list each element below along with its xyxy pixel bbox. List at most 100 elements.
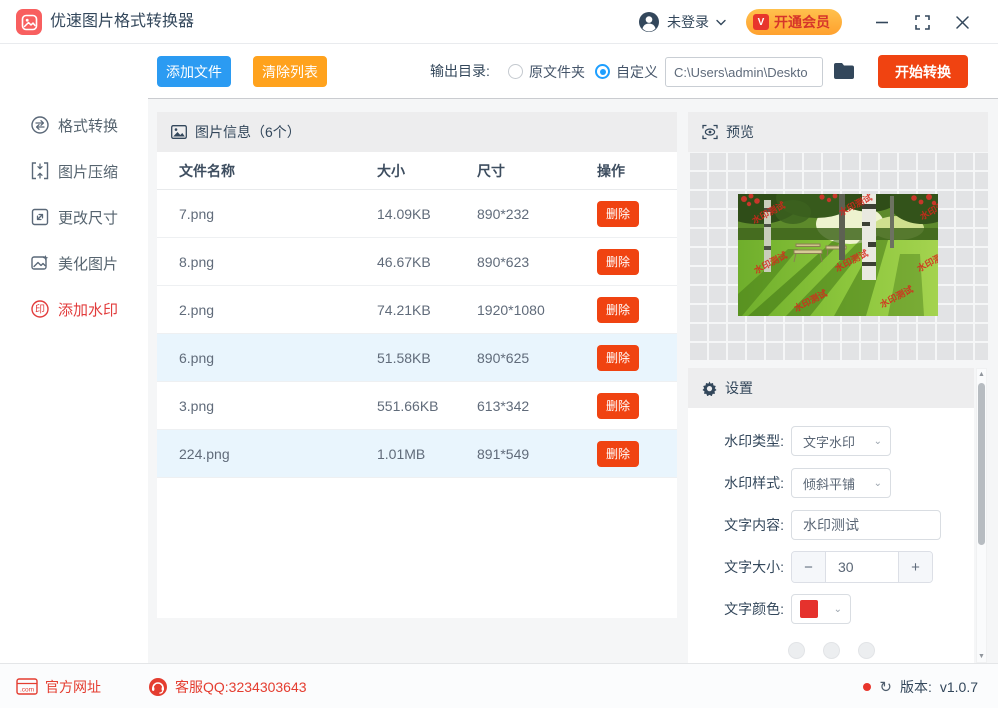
- chevron-down-icon: ⌄: [834, 604, 842, 615]
- color-preset-row: [788, 642, 875, 659]
- login-menu[interactable]: 未登录: [638, 11, 726, 33]
- preview-image[interactable]: 水印测试水印测试水印测试水印测试水印测试水印测试水印测试水印测试: [738, 194, 938, 316]
- svg-text:.com: .com: [20, 687, 34, 694]
- color-preset-dot[interactable]: [858, 642, 875, 659]
- action-cell: 删除: [597, 201, 677, 227]
- browse-folder-button[interactable]: [832, 60, 856, 84]
- file-size: 14.09KB: [377, 206, 477, 222]
- file-name: 3.png: [157, 398, 377, 414]
- add-files-button[interactable]: 添加文件: [157, 56, 231, 87]
- minimize-button[interactable]: [862, 0, 902, 44]
- watermark-style-value: 倾斜平铺: [792, 474, 874, 493]
- column-file-name: 文件名称: [157, 161, 377, 181]
- file-name: 2.png: [157, 302, 377, 318]
- clear-list-button[interactable]: 清除列表: [253, 56, 327, 87]
- check-update-icon[interactable]: ↻: [879, 678, 892, 696]
- version-value: v1.0.7: [940, 679, 978, 695]
- table-row[interactable]: 6.png51.58KB890*625删除: [157, 334, 677, 382]
- watermark-type-select[interactable]: 文字水印 ⌄: [791, 426, 891, 456]
- radio-circle-checked-icon: [595, 64, 610, 79]
- table-row[interactable]: 8.png46.67KB890*623删除: [157, 238, 677, 286]
- watermark-style-label: 水印样式:: [688, 473, 784, 493]
- watermark-style-select[interactable]: 倾斜平铺 ⌄: [791, 468, 891, 498]
- sidebar-item-watermark[interactable]: 印 添加水印: [0, 298, 148, 320]
- official-website-link[interactable]: .com 官方网址: [16, 664, 101, 708]
- text-size-value[interactable]: 30: [826, 552, 898, 582]
- file-dimensions: 891*549: [477, 446, 597, 462]
- close-button[interactable]: [942, 0, 982, 44]
- folder-icon: [833, 62, 855, 80]
- sidebar-item-image-compress[interactable]: 图片压缩: [0, 160, 148, 182]
- sidebar-item-label: 图片压缩: [58, 161, 118, 182]
- open-vip-button[interactable]: V 开通会员: [746, 9, 842, 35]
- sidebar-item-beautify[interactable]: 美化图片: [0, 252, 148, 274]
- radio-circle-icon: [508, 64, 523, 79]
- file-size: 1.01MB: [377, 446, 477, 462]
- app-title: 优速图片格式转换器: [50, 0, 194, 44]
- login-status: 未登录: [667, 12, 709, 32]
- delete-button[interactable]: 删除: [597, 345, 639, 371]
- text-color-label: 文字颜色:: [688, 599, 784, 619]
- file-table-header: 图片信息（6个）: [157, 112, 677, 152]
- radio-custom-label: 自定义: [616, 62, 658, 82]
- file-table-title: 图片信息（6个）: [195, 122, 301, 142]
- sidebar-item-resize[interactable]: 更改尺寸: [0, 206, 148, 228]
- scroll-up-icon[interactable]: ▲: [977, 371, 986, 378]
- text-color-picker[interactable]: ⌄: [791, 594, 851, 624]
- image-compress-icon: [30, 161, 50, 181]
- size-decrease-button[interactable]: −: [792, 552, 826, 582]
- delete-button[interactable]: 删除: [597, 441, 639, 467]
- footer-bar: .com 官方网址 客服QQ:3234303643 ↻ 版本: v1.0.7: [0, 663, 998, 708]
- version-label: 版本:: [900, 677, 932, 697]
- sidebar-item-format-convert[interactable]: 格式转换: [0, 114, 148, 136]
- delete-button[interactable]: 删除: [597, 249, 639, 275]
- customer-service-icon: [148, 677, 168, 697]
- file-name: 6.png: [157, 350, 377, 366]
- maximize-button[interactable]: [902, 0, 942, 44]
- support-qq-link[interactable]: 客服QQ:3234303643: [148, 664, 307, 708]
- minimize-icon: [875, 15, 889, 29]
- settings-scrollbar[interactable]: ▲ ▼: [976, 368, 987, 663]
- watermark-type-label: 水印类型:: [688, 431, 784, 451]
- scrollbar-thumb[interactable]: [978, 383, 985, 545]
- text-size-stepper: − 30 +: [791, 551, 933, 583]
- output-path-input[interactable]: [665, 57, 823, 87]
- preview-eye-icon: [702, 124, 718, 140]
- support-qq-label: 客服QQ:3234303643: [175, 677, 307, 697]
- sidebar: 格式转换 图片压缩 更改尺寸 美化图片: [0, 44, 148, 663]
- delete-button[interactable]: 删除: [597, 297, 639, 323]
- table-row[interactable]: 3.png551.66KB613*342删除: [157, 382, 677, 430]
- size-increase-button[interactable]: +: [898, 552, 932, 582]
- file-size: 51.58KB: [377, 350, 477, 366]
- vip-badge-icon: V: [753, 14, 769, 30]
- file-size: 74.21KB: [377, 302, 477, 318]
- image-info-icon: [171, 125, 187, 139]
- right-panel: 预览: [688, 112, 988, 663]
- watermark-text-input[interactable]: [791, 510, 941, 540]
- table-row[interactable]: 224.png1.01MB891*549删除: [157, 430, 677, 478]
- app-logo-icon: [16, 9, 42, 35]
- table-row[interactable]: 2.png74.21KB1920*1080删除: [157, 286, 677, 334]
- website-com-icon: .com: [16, 678, 38, 695]
- table-row[interactable]: 7.png14.09KB890*232删除: [157, 190, 677, 238]
- table-column-header: 文件名称 大小 尺寸 操作: [157, 152, 677, 190]
- gear-icon: [702, 381, 717, 396]
- radio-custom-folder[interactable]: 自定义: [595, 44, 658, 99]
- color-preset-dot[interactable]: [788, 642, 805, 659]
- action-cell: 删除: [597, 393, 677, 419]
- settings-body: 水印类型: 文字水印 ⌄ 水印样式: 倾斜平铺 ⌄ 文字内容:: [688, 408, 974, 663]
- preview-title: 预览: [726, 122, 754, 142]
- beautify-image-icon: [30, 253, 50, 273]
- preview-header: 预览: [688, 112, 988, 152]
- radio-original-folder[interactable]: 原文件夹: [508, 44, 585, 99]
- start-convert-button[interactable]: 开始转换: [878, 55, 968, 88]
- scroll-down-icon[interactable]: ▼: [977, 653, 986, 660]
- chevron-down-icon: ⌄: [874, 436, 882, 447]
- delete-button[interactable]: 删除: [597, 201, 639, 227]
- delete-button[interactable]: 删除: [597, 393, 639, 419]
- file-size: 551.66KB: [377, 398, 477, 414]
- color-preset-dot[interactable]: [823, 642, 840, 659]
- resize-icon: [30, 207, 50, 227]
- file-size: 46.67KB: [377, 254, 477, 270]
- svg-text:印: 印: [35, 304, 45, 316]
